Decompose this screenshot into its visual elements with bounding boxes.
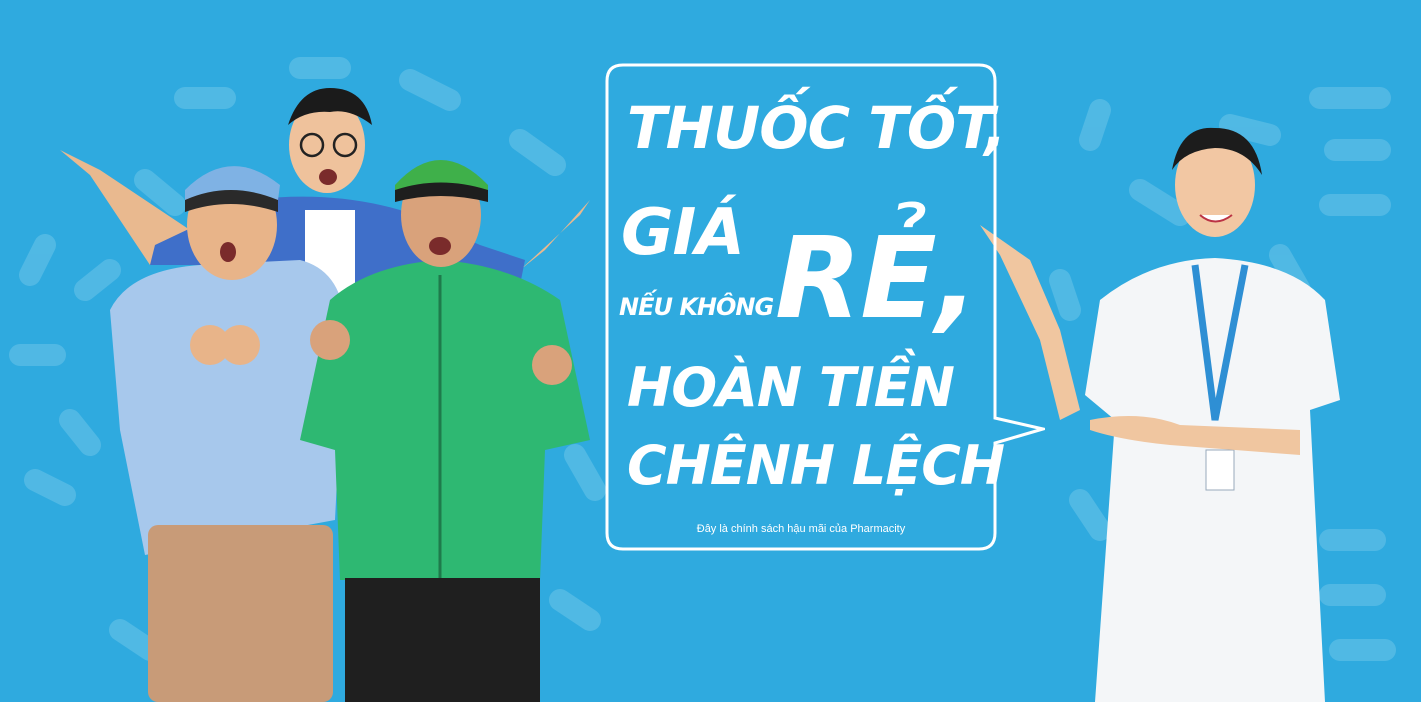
- headline-line-1: THUỐC TỐT,: [627, 94, 1006, 162]
- speech-bubble: THUỐC TỐT, GIÁ NẾU KHÔNG RẺ, HOÀN TIỀN C…: [605, 63, 1045, 551]
- headline: THUỐC TỐT, GIÁ NẾU KHÔNG RẺ, HOÀN TIỀN C…: [605, 63, 1006, 551]
- disclaimer-text: Đây là chính sách hậu mãi của Pharmacity: [696, 523, 906, 535]
- headline-line-3: NẾU KHÔNG: [619, 293, 774, 321]
- headline-line-5: HOÀN TIỀN: [627, 356, 955, 419]
- headline-line-6: CHÊNH LỆCH: [627, 434, 1005, 497]
- headline-line-2: GIÁ: [621, 196, 745, 270]
- headline-line-4: RẺ,: [775, 214, 978, 344]
- man-in-blue-jacket: [60, 88, 610, 300]
